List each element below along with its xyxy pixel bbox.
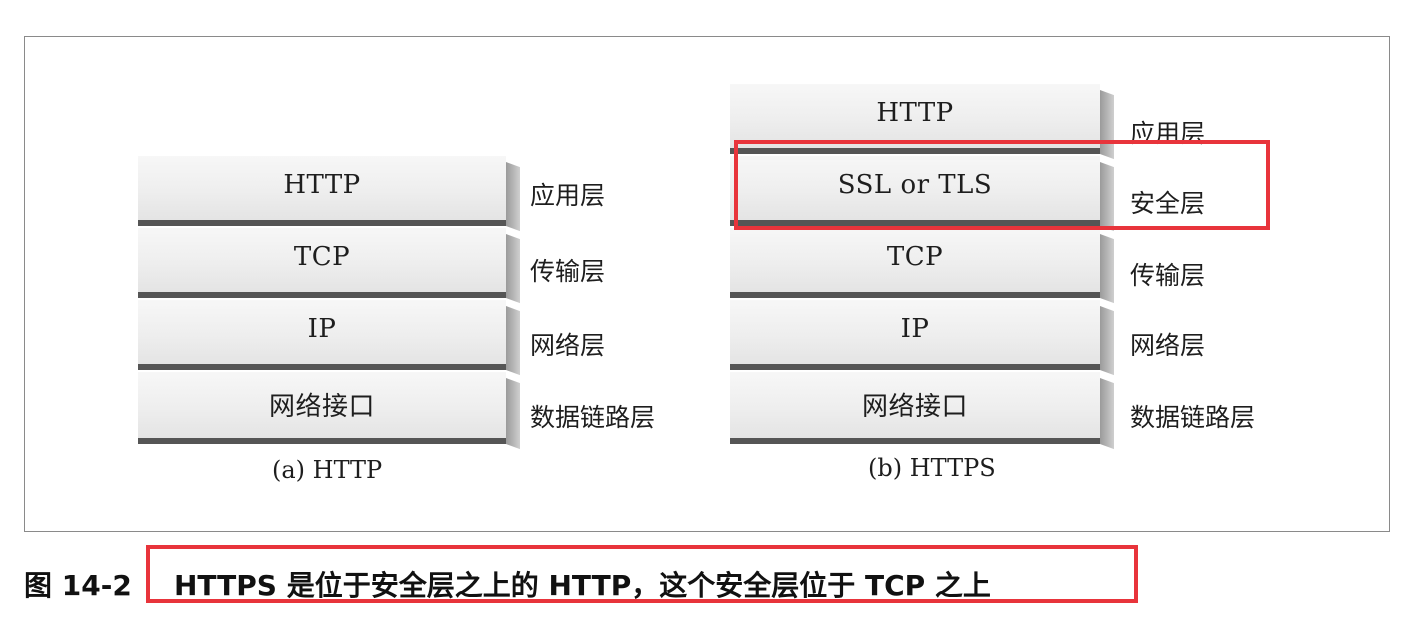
https-stack-caption: (b) HTTPS (868, 454, 996, 482)
layer-name: IP (307, 314, 337, 344)
layer-name: HTTP (283, 170, 361, 200)
http-layer-ip: IP (138, 300, 506, 370)
https-role-transport: 传输层 (1130, 261, 1206, 290)
https-layer-ip: IP (730, 300, 1100, 370)
layer-name: 网络接口 (268, 392, 375, 422)
http-layer-http: HTTP (138, 156, 506, 226)
http-stack-caption: (a) HTTP (272, 456, 383, 484)
https-role-network: 网络层 (1130, 331, 1206, 360)
https-role-datalink: 数据链路层 (1130, 403, 1256, 432)
http-layer-network-interface: 网络接口 (138, 372, 506, 444)
layer-name: IP (900, 314, 930, 344)
http-role-datalink: 数据链路层 (530, 403, 656, 432)
http-role-network: 网络层 (530, 331, 606, 360)
layer-name: TCP (886, 242, 944, 272)
http-role-transport: 传输层 (530, 257, 606, 286)
layer-name: 网络接口 (861, 392, 968, 422)
security-layer-highlight (734, 140, 1270, 230)
caption-highlight (146, 545, 1138, 603)
layer-name: TCP (293, 242, 351, 272)
https-layer-tcp: TCP (730, 228, 1100, 298)
https-layer-network-interface: 网络接口 (730, 372, 1100, 444)
figure-number: 图 14-2 (24, 569, 132, 602)
http-role-application: 应用层 (530, 181, 606, 210)
layer-name: HTTP (876, 98, 954, 128)
http-layer-tcp: TCP (138, 228, 506, 298)
